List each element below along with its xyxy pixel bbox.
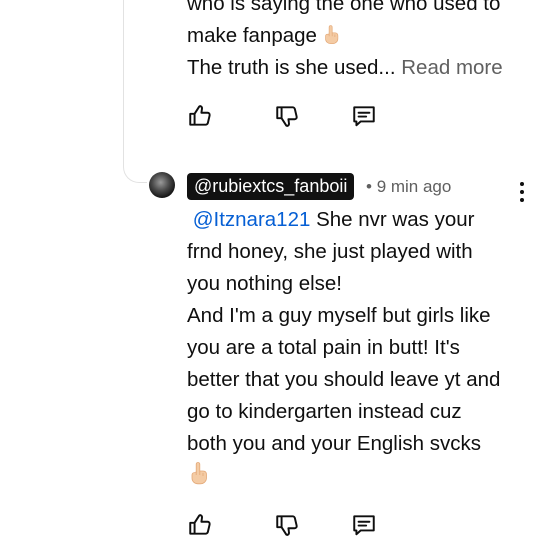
comment-line: who is saying the one who used to [187,0,501,15]
read-more-link[interactable]: Read more [401,56,502,79]
comment-line: both you and your English svcks [187,432,481,455]
comment-line: frnd honey, she just played with [187,240,473,263]
more-vert-icon[interactable] [514,180,530,204]
comment-line: go to kindergarten instead cuz [187,400,462,423]
dislike-button[interactable] [273,511,301,539]
comment-line: better that you should leave yt and [187,368,501,391]
comment-line: you nothing else! [187,272,343,295]
comment-line: The truth is she used... Read more [187,52,527,84]
avatar[interactable] [149,172,175,198]
comment-time: 9 min ago [376,177,452,196]
comment-line: And I'm a guy myself but girls like [187,304,491,327]
mention-link[interactable]: @Itznara121 [193,208,311,231]
dislike-button[interactable] [273,102,301,130]
reply-comment-text: @Itznara121 She nvr was your frnd honey,… [187,204,527,492]
like-button[interactable] [186,102,214,130]
thumbs-down-icon [274,512,300,538]
author-handle[interactable]: @rubiextcs_fanboii [187,173,355,200]
comment-line: you are a total pain in butt! It's [187,336,460,359]
comment-line-text: make fanpage [187,24,317,47]
comment-line-text: She nvr was your [310,208,475,231]
reply-button[interactable] [350,511,378,539]
reply-thread-line [123,0,147,183]
thumbs-up-icon [187,512,213,538]
meta-separator: • [366,177,372,196]
comment-line [187,460,527,492]
comment-reply-icon [351,103,377,129]
comment-reply-icon [351,512,377,538]
like-button[interactable] [186,511,214,539]
comment-line-text: The truth is she used... [187,56,396,79]
previous-comment-text: who is saying the one who used to make f… [187,0,527,84]
thumbs-up-icon [187,103,213,129]
comment-meta: • 9 min ago [366,175,451,199]
comment-line: @Itznara121 She nvr was your [187,204,527,236]
thumbs-down-icon [274,103,300,129]
middle-finger-emoji-icon [323,24,340,45]
comments-page: who is saying the one who used to make f… [0,0,560,560]
reply-button[interactable] [350,102,378,130]
comment-line: make fanpage [187,20,527,52]
middle-finger-emoji-icon [189,461,209,485]
